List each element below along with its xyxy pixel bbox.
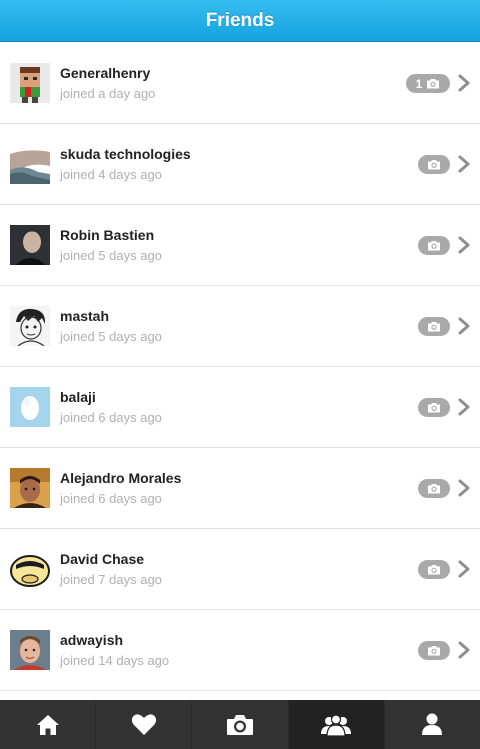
- tab-friends[interactable]: [287, 700, 384, 749]
- chevron-right-icon: [458, 641, 470, 659]
- joined-time: joined a day ago: [60, 86, 156, 101]
- person-photo-avatar: [10, 468, 50, 508]
- friend-row[interactable]: skuda technologies joined 4 days ago: [0, 124, 480, 205]
- chevron-right-icon: [458, 479, 470, 497]
- camera-icon: [428, 646, 440, 656]
- photo-count-badge: [418, 641, 450, 660]
- tab-camera[interactable]: [191, 700, 287, 749]
- friend-name: adwayish: [60, 632, 124, 648]
- joined-time: joined 6 days ago: [60, 410, 162, 425]
- friend-row[interactable]: adwayish joined 14 days ago: [0, 610, 480, 691]
- person-photo-avatar: [10, 630, 50, 670]
- friends-list: Generalhenry joined a day ago 1 skuda te…: [0, 43, 480, 700]
- photo-count-badge: [418, 479, 450, 498]
- photo-count-badge: [418, 398, 450, 417]
- joined-time: joined 6 days ago: [60, 491, 162, 506]
- page-title: Friends: [205, 9, 275, 31]
- friend-name: Robin Bastien: [60, 227, 155, 243]
- tab-favorites[interactable]: [95, 700, 191, 749]
- camera-icon: [428, 484, 440, 494]
- chevron-right-icon: [458, 74, 470, 92]
- camera-icon: [428, 241, 440, 251]
- friend-row[interactable]: Generalhenry joined a day ago 1: [0, 43, 480, 124]
- profile-icon: [422, 713, 443, 735]
- sketch-face-avatar: [10, 306, 50, 346]
- friend-row[interactable]: Alejandro Morales joined 6 days ago: [0, 448, 480, 529]
- photo-count: 1: [415, 76, 423, 91]
- camera-icon: [428, 403, 440, 413]
- heart-icon: [131, 714, 156, 735]
- friend-row[interactable]: David Chase joined 7 days ago: [0, 529, 480, 610]
- chevron-right-icon: [458, 560, 470, 578]
- photo-count-badge: [418, 236, 450, 255]
- friends-screen: Friends Generalhenry joined a day ago 1 …: [0, 0, 480, 749]
- photo-count-badge: [418, 560, 450, 579]
- default-egg-avatar: [10, 387, 50, 427]
- friend-name: skuda technologies: [60, 146, 191, 162]
- joined-time: joined 5 days ago: [60, 248, 162, 263]
- photo-count-badge: [418, 317, 450, 336]
- friend-name: balaji: [60, 389, 96, 405]
- chevron-right-icon: [458, 317, 470, 335]
- joined-time: joined 14 days ago: [60, 653, 170, 668]
- friend-row[interactable]: Robin Bastien joined 5 days ago: [0, 205, 480, 286]
- friend-row[interactable]: balaji joined 6 days ago: [0, 367, 480, 448]
- joined-time: joined 5 days ago: [60, 329, 162, 344]
- joined-time: joined 4 days ago: [60, 167, 162, 182]
- camera-icon: [428, 322, 440, 332]
- person-photo-avatar: [10, 225, 50, 265]
- chevron-right-icon: [458, 398, 470, 416]
- friend-name: mastah: [60, 308, 110, 324]
- camera-icon: [428, 160, 440, 170]
- chevron-right-icon: [458, 155, 470, 173]
- joined-time: joined 7 days ago: [60, 572, 162, 587]
- friend-name: Generalhenry: [60, 65, 151, 81]
- camera-icon: [227, 714, 253, 735]
- photo-count-badge: [418, 155, 450, 174]
- friend-row[interactable]: mastah joined 5 days ago: [0, 286, 480, 367]
- landscape-wave-avatar: [10, 144, 50, 184]
- camera-icon: [428, 565, 440, 575]
- pixel-character-avatar: [10, 63, 50, 103]
- friend-name: Alejandro Morales: [60, 470, 182, 486]
- tab-bar: [0, 700, 480, 749]
- header-bar: Friends: [0, 0, 480, 42]
- cartoon-face-avatar: [10, 549, 50, 589]
- tab-profile[interactable]: [383, 700, 480, 749]
- chevron-right-icon: [458, 236, 470, 254]
- tab-home[interactable]: [0, 700, 95, 749]
- friend-name: David Chase: [60, 551, 145, 567]
- camera-icon: [427, 79, 440, 89]
- friends-icon: [321, 713, 352, 736]
- photo-count-badge: 1: [406, 74, 450, 93]
- home-icon: [36, 714, 59, 735]
